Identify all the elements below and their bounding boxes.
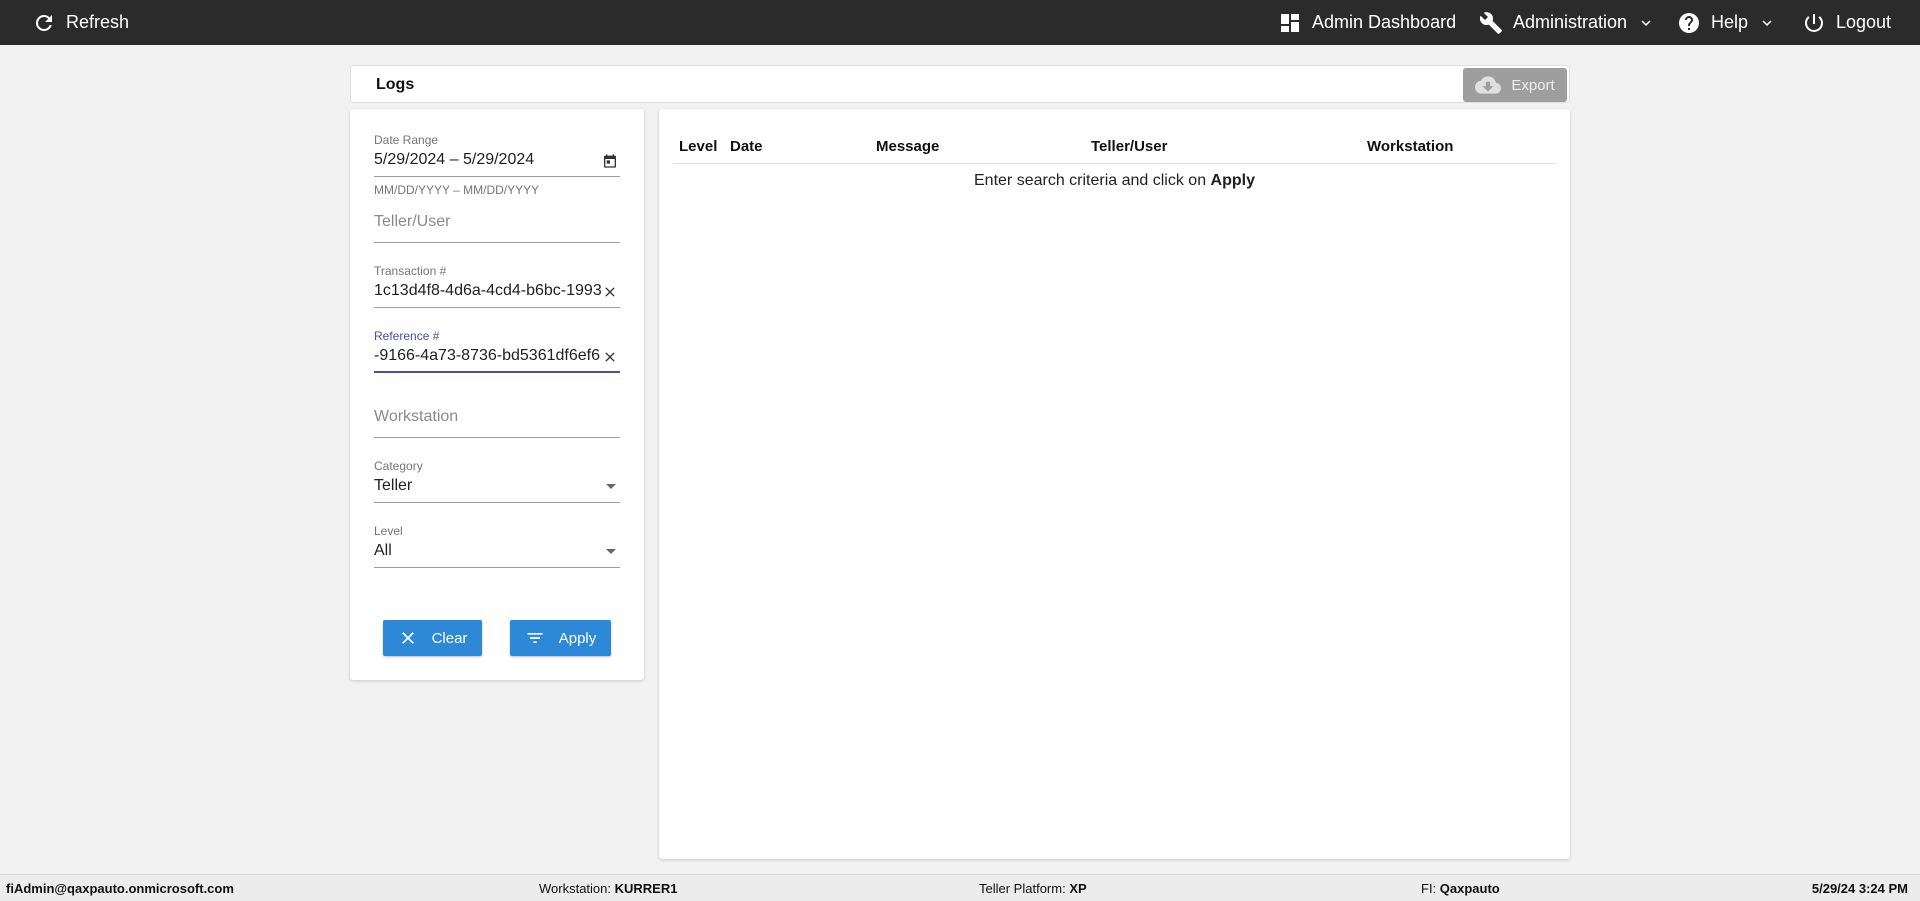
status-workstation-value: KURRER1: [614, 881, 678, 896]
column-header-date[interactable]: Date: [730, 138, 763, 155]
status-workstation-label: Workstation:: [539, 881, 615, 896]
date-range-field[interactable]: Date Range 5/29/2024 – 5/29/2024 MM/DD/Y…: [374, 133, 620, 197]
empty-state-message: Enter search criteria and click on Apply: [659, 172, 1570, 190]
status-fi-label: FI:: [1421, 881, 1440, 896]
level-select[interactable]: All: [374, 538, 620, 568]
reference-label: Reference #: [374, 329, 440, 343]
administration-label: Administration: [1513, 12, 1628, 32]
date-range-hint: MM/DD/YYYY – MM/DD/YYYY: [374, 183, 540, 197]
column-header-teller-user[interactable]: Teller/User: [1091, 138, 1167, 155]
administration-menu[interactable]: Administration: [1479, 0, 1655, 45]
column-header-workstation[interactable]: Workstation: [1367, 138, 1453, 155]
top-nav-bar: Refresh Admin Dashboard Administration H…: [0, 0, 1920, 45]
page-title: Logs: [376, 76, 415, 93]
workstation-placeholder: Workstation: [374, 408, 459, 425]
clear-button[interactable]: Clear: [383, 620, 482, 656]
level-value: All: [374, 542, 392, 559]
transaction-value: 1c13d4f8-4d6a-4cd4-b6bc-1993: [374, 282, 602, 299]
apply-label: Apply: [558, 629, 597, 647]
logout-label: Logout: [1836, 12, 1892, 32]
filter-panel: Date Range 5/29/2024 – 5/29/2024 MM/DD/Y…: [350, 109, 644, 680]
wrench-icon: [1479, 11, 1502, 34]
dropdown-arrow-icon: [606, 484, 616, 489]
results-panel: Level Date Message Teller/User Workstati…: [659, 109, 1570, 859]
reference-input[interactable]: -9166-4a73-8736-bd5361df6ef6: [374, 343, 620, 373]
teller-user-placeholder: Teller/User: [374, 213, 451, 230]
category-label: Category: [374, 459, 423, 473]
status-bar: fiAdmin@qaxpauto.onmicrosoft.com Worksta…: [0, 874, 1920, 901]
dropdown-arrow-icon: [606, 549, 616, 554]
workstation-input[interactable]: Workstation: [374, 402, 620, 438]
date-range-value: 5/29/2024 – 5/29/2024: [374, 151, 535, 168]
status-user: fiAdmin@qaxpauto.onmicrosoft.com: [6, 881, 234, 896]
column-header-message[interactable]: Message: [876, 138, 939, 155]
empty-state-text: Enter search criteria and click on: [974, 172, 1211, 189]
power-icon: [1805, 13, 1823, 32]
calendar-icon[interactable]: [602, 152, 618, 168]
admin-dashboard-label: Admin Dashboard: [1312, 12, 1457, 32]
category-select[interactable]: Teller: [374, 473, 620, 503]
cloud-download-icon: [1475, 76, 1502, 94]
date-range-input[interactable]: 5/29/2024 – 5/29/2024: [374, 147, 620, 177]
clear-transaction-icon[interactable]: [602, 283, 618, 299]
admin-dashboard-link[interactable]: Admin Dashboard: [1278, 0, 1456, 45]
status-platform-label: Teller Platform:: [979, 881, 1070, 896]
teller-user-input[interactable]: Teller/User: [374, 207, 620, 243]
column-header-level[interactable]: Level: [679, 138, 717, 155]
apply-button[interactable]: Apply: [510, 620, 611, 656]
refresh-icon: [35, 14, 52, 31]
status-fi: FI: Qaxpauto: [1421, 881, 1500, 896]
status-platform-value: XP: [1069, 881, 1087, 896]
help-icon: [1679, 12, 1699, 33]
dashboard-icon: [1281, 13, 1299, 32]
refresh-label: Refresh: [66, 12, 130, 32]
status-datetime: 5/29/24 3:24 PM: [1811, 881, 1908, 896]
chevron-down-icon: [1762, 19, 1772, 26]
clear-reference-icon[interactable]: [602, 348, 618, 364]
transaction-label: Transaction #: [374, 264, 447, 278]
filter-icon: [527, 633, 543, 643]
chevron-down-icon: [1641, 19, 1651, 26]
export-label: Export: [1511, 76, 1555, 94]
help-menu[interactable]: Help: [1677, 0, 1776, 45]
empty-state-apply: Apply: [1210, 172, 1255, 189]
logs-header-card: Logs Export: [350, 65, 1570, 103]
table-header: Level Date Message Teller/User Workstati…: [673, 127, 1555, 164]
close-icon: [401, 632, 414, 644]
export-button[interactable]: Export: [1463, 68, 1567, 102]
status-platform: Teller Platform: XP: [979, 881, 1087, 896]
status-fi-value: Qaxpauto: [1439, 881, 1500, 896]
transaction-input[interactable]: 1c13d4f8-4d6a-4cd4-b6bc-1993: [374, 278, 620, 308]
reference-field[interactable]: Reference # -9166-4a73-8736-bd5361df6ef6: [374, 329, 620, 373]
teller-user-field[interactable]: Teller/User: [374, 207, 620, 243]
date-range-label: Date Range: [374, 133, 439, 147]
help-label: Help: [1711, 12, 1749, 32]
logout-button[interactable]: Logout: [1802, 0, 1891, 45]
clear-label: Clear: [431, 629, 468, 647]
reference-value: -9166-4a73-8736-bd5361df6ef6: [374, 347, 600, 364]
workstation-field[interactable]: Workstation: [374, 402, 620, 438]
level-field[interactable]: Level All: [374, 524, 620, 568]
refresh-button[interactable]: Refresh: [32, 0, 129, 45]
status-workstation: Workstation: KURRER1: [539, 881, 677, 896]
category-value: Teller: [374, 477, 413, 494]
transaction-field[interactable]: Transaction # 1c13d4f8-4d6a-4cd4-b6bc-19…: [374, 264, 620, 308]
level-label: Level: [374, 524, 403, 538]
category-field[interactable]: Category Teller: [374, 459, 620, 503]
